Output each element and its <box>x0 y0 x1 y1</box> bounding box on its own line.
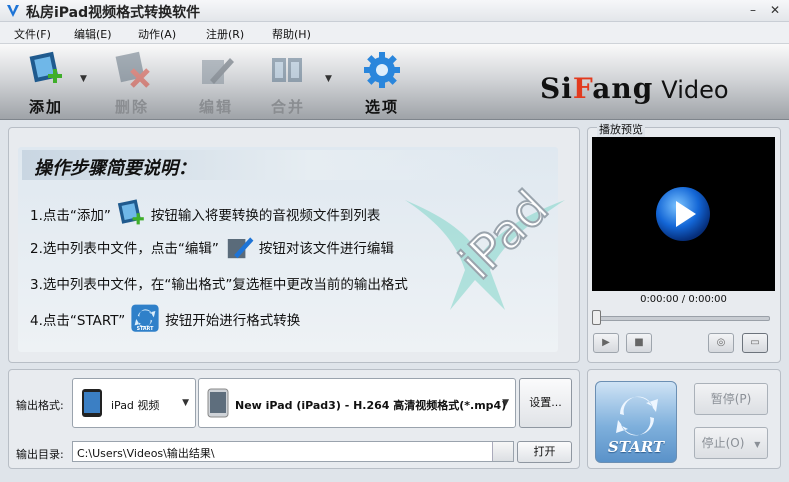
open-folder-button[interactable]: 打开 <box>517 441 572 463</box>
preview-label: 播放预览 <box>597 121 645 137</box>
play-icon[interactable] <box>592 137 775 291</box>
start-convert-icon: START <box>131 304 159 332</box>
step2-text-a: 2.选中列表中文件，点击“编辑” <box>30 241 219 257</box>
stop-label: 停止(O) <box>701 436 745 450</box>
guide-step-3: 3.选中列表中文件，在“输出格式”复选框中更改当前的输出格式 <box>30 277 408 293</box>
menu-register[interactable]: 注册(R) <box>206 26 244 42</box>
settings-button[interactable]: 设置... <box>519 378 572 428</box>
delete-label: 删除 <box>114 98 149 116</box>
add-film-icon <box>117 199 144 225</box>
output-format-label: 输出格式: <box>16 399 64 412</box>
ipad-watermark: iPad <box>405 179 565 310</box>
chevron-down-icon: ▼ <box>182 398 189 408</box>
guide-step-4: 4.点击“START” START 按钮开始进行格式转换 <box>30 303 300 335</box>
playback-time: 0:00:00 / 0:00:00 <box>640 294 727 305</box>
menu-action[interactable]: 动作(A) <box>138 26 176 42</box>
fullscreen-icon[interactable]: ▭ <box>742 333 768 353</box>
menu-help[interactable]: 帮助(H) <box>272 26 311 42</box>
add-button[interactable]: 添加 <box>14 50 78 116</box>
add-dropdown-icon[interactable]: ▼ <box>80 74 87 84</box>
add-label: 添加 <box>28 98 63 116</box>
output-dir-label: 输出目录: <box>16 448 64 461</box>
seek-thumb[interactable] <box>592 310 601 325</box>
stop-dropdown-icon[interactable]: ▼ <box>754 440 760 449</box>
merge-dropdown-icon[interactable]: ▼ <box>325 74 332 84</box>
options-label: 选项 <box>364 98 399 116</box>
start-icon-label: START <box>137 326 155 332</box>
brand-video-text: Video <box>661 76 729 104</box>
device-select[interactable]: iPad 视频 ▼ <box>72 378 196 428</box>
ipad-device-icon <box>82 389 102 417</box>
merge-button[interactable]: 合并 <box>256 50 320 116</box>
guide-title: 操作步骤简要说明： <box>34 158 196 179</box>
stop-playback-button[interactable]: ■ <box>626 333 652 353</box>
guide-step-2: 2.选中列表中文件，点击“编辑” 按钮对该文件进行编辑 <box>30 231 394 263</box>
start-label: START <box>607 438 665 456</box>
profile-select[interactable]: New iPad (iPad3) - H.264 高清视频格式(*.mp4) ▼ <box>198 378 516 428</box>
pause-button[interactable]: 暂停(P) <box>694 383 768 415</box>
edit-pen-icon <box>202 58 234 84</box>
step1-text-b: 按钮输入将要转换的音视频文件到列表 <box>150 208 381 224</box>
options-button[interactable]: 选项 <box>350 50 414 116</box>
edit-button[interactable]: 编辑 <box>184 50 248 116</box>
brand-logo: SiFang Video <box>540 72 729 105</box>
guide-step-1: 1.点击“添加” 按钮输入将要转换的音视频文件到列表 <box>30 198 380 230</box>
ipad-profile-icon <box>207 388 229 418</box>
chevron-down-icon: ▼ <box>502 398 509 408</box>
play-button[interactable]: ▶ <box>593 333 619 353</box>
gear-icon <box>364 52 400 88</box>
edit-label: 编辑 <box>198 98 233 116</box>
step1-text-a: 1.点击“添加” <box>30 208 111 224</box>
output-dir-scroll <box>492 442 513 461</box>
step4-text-a: 4.点击“START” <box>30 313 126 329</box>
menu-file[interactable]: 文件(F) <box>14 26 51 42</box>
seek-bar[interactable] <box>592 316 770 321</box>
edit-pen-icon <box>227 237 254 259</box>
app-logo-icon <box>7 5 19 17</box>
step4-text-b: 按钮开始进行格式转换 <box>165 313 301 329</box>
merge-film-icon <box>272 58 302 82</box>
menu-bar: 文件(F) 编辑(E) 动作(A) 注册(R) 帮助(H) <box>0 22 789 44</box>
minimize-button[interactable]: – <box>745 3 761 18</box>
profile-value: New iPad (iPad3) - H.264 高清视频格式(*.mp4) <box>235 399 507 412</box>
menu-edit[interactable]: 编辑(E) <box>74 26 112 42</box>
output-dir-input[interactable]: C:\Users\Videos\输出结果\ <box>72 441 514 462</box>
delete-film-icon <box>115 51 150 88</box>
step2-text-b: 按钮对该文件进行编辑 <box>258 241 394 257</box>
device-value: iPad 视频 <box>111 399 160 412</box>
delete-button[interactable]: 删除 <box>100 50 164 116</box>
convert-arrows-icon <box>616 396 658 436</box>
add-film-icon <box>29 51 62 83</box>
start-button[interactable]: START <box>595 381 677 463</box>
stop-button[interactable]: 停止(O) ▼ <box>694 427 768 459</box>
video-preview-screen[interactable] <box>592 137 775 291</box>
merge-label: 合并 <box>270 98 305 116</box>
window-title: 私房iPad视频格式转换软件 <box>26 5 201 21</box>
close-button[interactable]: ✕ <box>767 3 783 18</box>
snapshot-camera-icon[interactable]: ◎ <box>708 333 734 353</box>
